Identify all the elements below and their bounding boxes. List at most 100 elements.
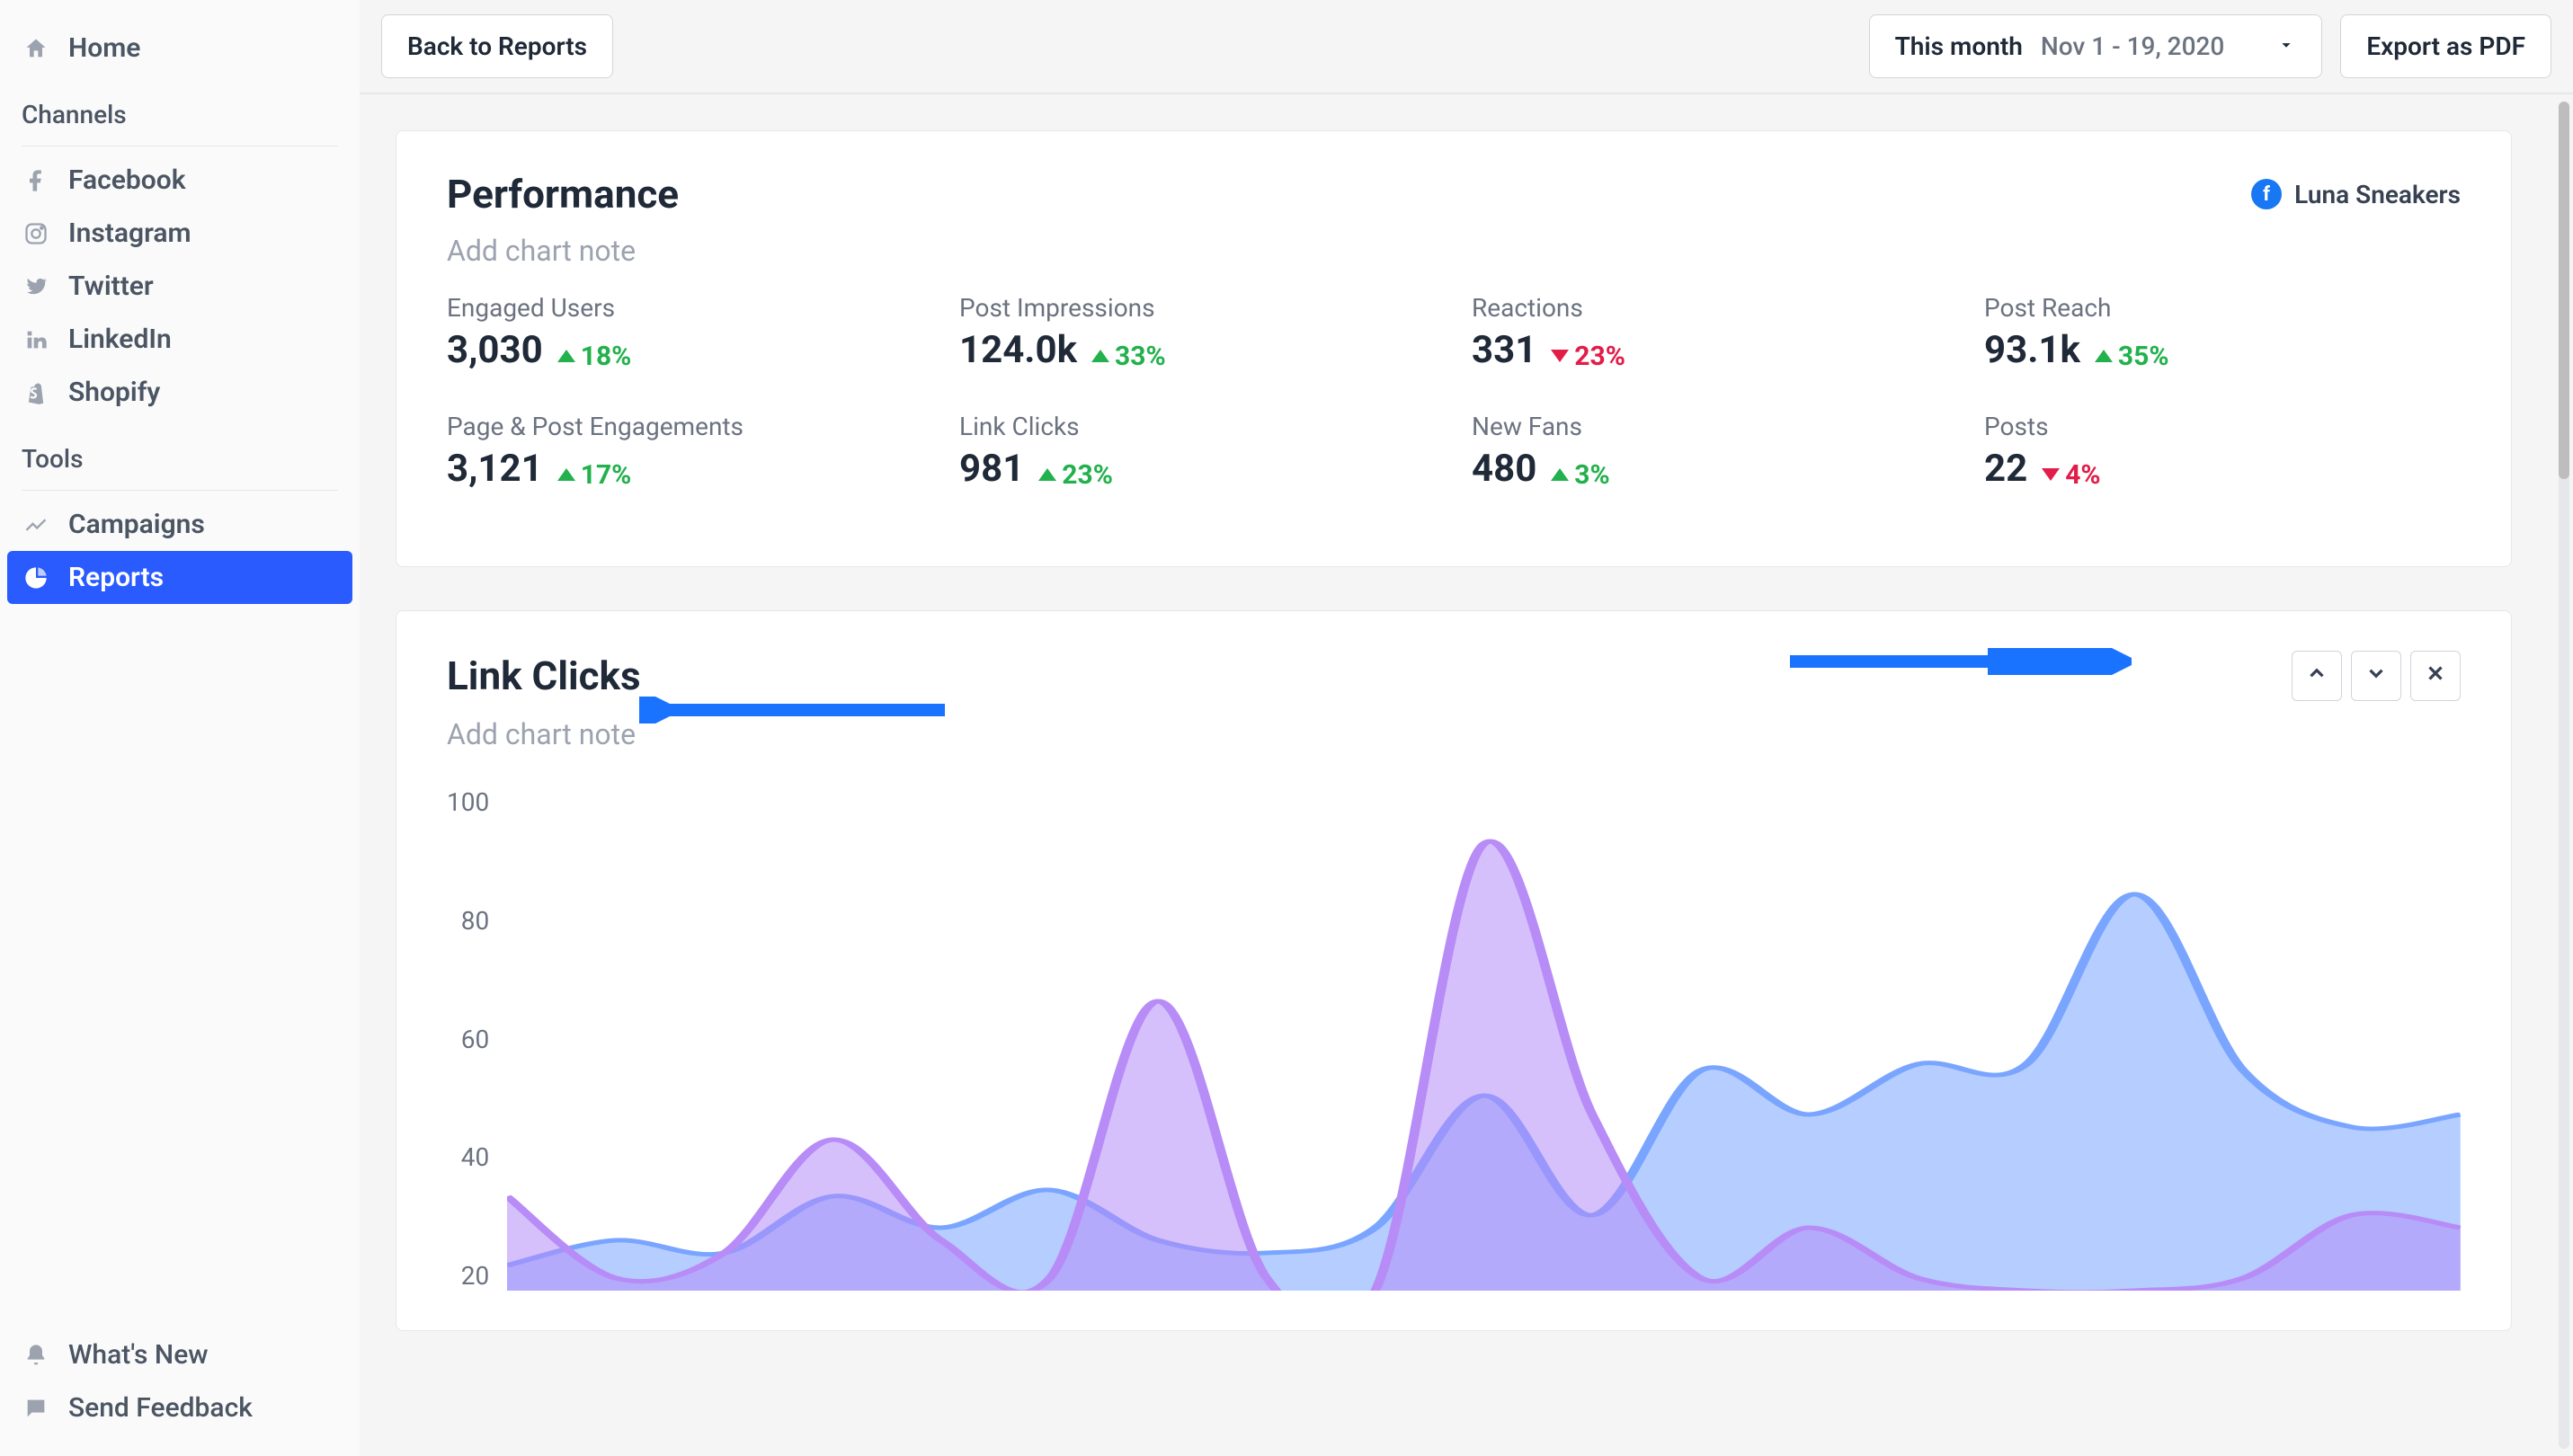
close-icon xyxy=(2424,661,2447,691)
sidebar-label: Twitter xyxy=(68,271,154,302)
feedback-icon xyxy=(22,1394,50,1423)
chart-y-axis: 100 80 60 40 20 xyxy=(447,787,507,1291)
y-tick: 100 xyxy=(447,787,489,817)
back-to-reports-button[interactable]: Back to Reports xyxy=(381,14,613,78)
period-label: This month xyxy=(1895,31,2023,61)
metric-delta: 18% xyxy=(557,341,632,372)
metric-delta: 33% xyxy=(1091,341,1166,372)
chart-area xyxy=(507,787,2461,1291)
link-clicks-card: Link Clicks xyxy=(396,610,2512,1331)
period-range: Nov 1 - 19, 2020 xyxy=(2041,31,2224,61)
metric[interactable]: Page & Post Engagements 3,121 17% xyxy=(447,412,923,491)
button-label: Back to Reports xyxy=(407,31,587,61)
metric[interactable]: New Fans 480 3% xyxy=(1472,412,1948,491)
metric-label: Engaged Users xyxy=(447,293,923,323)
sidebar-label: What's New xyxy=(68,1339,209,1371)
linkedin-icon xyxy=(22,325,50,354)
annotation-arrow xyxy=(639,697,945,724)
sidebar-item-campaigns[interactable]: Campaigns xyxy=(7,498,352,551)
sidebar-label: Reports xyxy=(68,562,164,593)
sidebar-item-reports[interactable]: Reports xyxy=(7,551,352,604)
account-chip[interactable]: f Luna Sneakers xyxy=(2251,179,2461,209)
chevron-down-icon xyxy=(2276,31,2296,61)
y-tick: 80 xyxy=(447,906,489,936)
add-chart-note[interactable]: Add chart note xyxy=(447,234,2461,268)
triangle-up-icon xyxy=(557,350,575,362)
performance-title: Performance xyxy=(447,171,679,218)
metric-value: 981 xyxy=(959,447,1024,491)
metric-label: Reactions xyxy=(1472,293,1948,323)
sidebar-item-whats-new[interactable]: What's New xyxy=(7,1328,352,1381)
sidebar-label: Shopify xyxy=(68,377,160,408)
y-tick: 40 xyxy=(447,1142,489,1172)
metric[interactable]: Post Reach 93.1k 35% xyxy=(1984,293,2461,372)
twitter-icon xyxy=(22,272,50,301)
account-name: Luna Sneakers xyxy=(2294,180,2461,209)
y-tick: 20 xyxy=(447,1261,489,1291)
metric[interactable]: Post Impressions 124.0k 33% xyxy=(959,293,1436,372)
sidebar-label-home: Home xyxy=(68,32,140,64)
metric[interactable]: Reactions 331 23% xyxy=(1472,293,1948,372)
remove-card-button[interactable] xyxy=(2410,651,2461,701)
button-label: Export as PDF xyxy=(2366,31,2525,61)
triangle-down-icon xyxy=(1551,350,1569,362)
move-down-button[interactable] xyxy=(2351,651,2401,701)
triangle-up-icon xyxy=(557,468,575,481)
scrollbar-thumb[interactable] xyxy=(2559,102,2569,479)
facebook-badge-icon: f xyxy=(2251,179,2282,209)
triangle-up-icon xyxy=(1091,350,1109,362)
performance-card: Performance f Luna Sneakers Add chart no… xyxy=(396,130,2512,567)
sidebar-label: Campaigns xyxy=(68,509,205,540)
metric-delta: 3% xyxy=(1551,459,1609,491)
sidebar-label: Facebook xyxy=(68,164,186,196)
sidebar-label: Send Feedback xyxy=(68,1392,253,1424)
sidebar: Home Channels Facebook Instagram Twitter xyxy=(0,0,360,1456)
metric-value: 331 xyxy=(1472,328,1536,372)
annotation-arrow xyxy=(1790,648,2132,675)
instagram-icon xyxy=(22,219,50,248)
metric-value: 124.0k xyxy=(959,328,1077,372)
link-clicks-title: Link Clicks xyxy=(447,653,641,699)
triangle-up-icon xyxy=(1551,468,1569,481)
bell-icon xyxy=(22,1341,50,1370)
metric-delta: 23% xyxy=(1551,341,1625,372)
sidebar-item-instagram[interactable]: Instagram xyxy=(7,207,352,260)
move-up-button[interactable] xyxy=(2292,651,2342,701)
metric-value: 93.1k xyxy=(1984,328,2080,372)
triangle-up-icon xyxy=(1038,468,1056,481)
metric-value: 22 xyxy=(1984,447,2027,491)
metric-label: Posts xyxy=(1984,412,2461,441)
topbar: Back to Reports This month Nov 1 - 19, 2… xyxy=(360,0,2573,93)
metric-delta: 4% xyxy=(2042,459,2100,491)
export-pdf-button[interactable]: Export as PDF xyxy=(2340,14,2551,78)
y-tick: 60 xyxy=(447,1025,489,1054)
metric-label: Page & Post Engagements xyxy=(447,412,923,441)
metric[interactable]: Posts 22 4% xyxy=(1984,412,2461,491)
metric-value: 480 xyxy=(1472,447,1536,491)
campaigns-icon xyxy=(22,510,50,539)
sidebar-section-tools: Tools xyxy=(7,419,352,483)
sidebar-item-send-feedback[interactable]: Send Feedback xyxy=(7,1381,352,1434)
triangle-up-icon xyxy=(2095,350,2113,362)
divider xyxy=(22,490,338,491)
sidebar-item-twitter[interactable]: Twitter xyxy=(7,260,352,313)
metric[interactable]: Link Clicks 981 23% xyxy=(959,412,1436,491)
reports-icon xyxy=(22,564,50,592)
triangle-down-icon xyxy=(2042,468,2060,481)
metric-value: 3,030 xyxy=(447,328,543,372)
metric-delta: 17% xyxy=(557,459,632,491)
sidebar-item-facebook[interactable]: Facebook xyxy=(7,154,352,207)
sidebar-item-linkedin[interactable]: LinkedIn xyxy=(7,313,352,366)
metric-value: 3,121 xyxy=(447,447,543,491)
shopify-icon xyxy=(22,378,50,407)
chevron-up-icon xyxy=(2305,661,2328,691)
home-icon xyxy=(22,34,50,63)
sidebar-item-shopify[interactable]: Shopify xyxy=(7,366,352,419)
date-range-picker[interactable]: This month Nov 1 - 19, 2020 xyxy=(1869,14,2323,78)
metric[interactable]: Engaged Users 3,030 18% xyxy=(447,293,923,372)
facebook-icon xyxy=(22,166,50,195)
metric-delta: 35% xyxy=(2095,341,2169,372)
chevron-down-icon xyxy=(2364,661,2388,691)
metric-label: Post Impressions xyxy=(959,293,1436,323)
sidebar-item-home[interactable]: Home xyxy=(7,22,352,75)
